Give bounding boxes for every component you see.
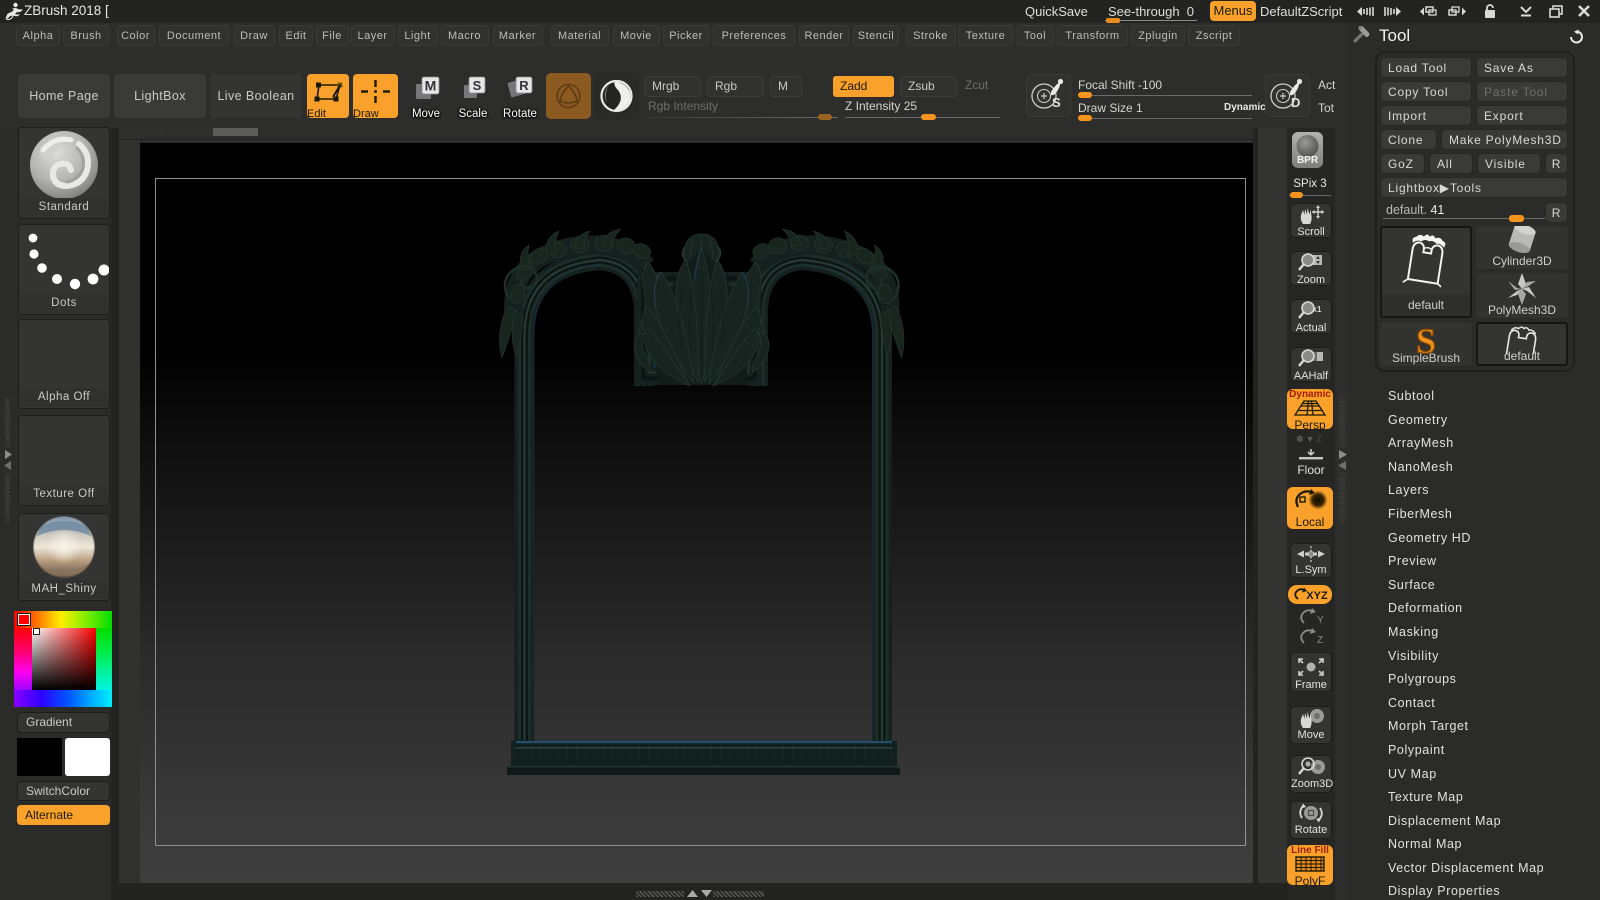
- svg-text:S: S: [473, 78, 482, 93]
- svg-text:S: S: [1052, 95, 1061, 110]
- svg-text:R: R: [519, 78, 529, 93]
- svg-text:Z: Z: [1317, 635, 1323, 646]
- svg-text:x1: x1: [1313, 305, 1322, 314]
- svg-text:Y: Y: [1317, 615, 1324, 626]
- svg-text:M: M: [425, 78, 437, 94]
- svg-text:BPR: BPR: [1297, 155, 1319, 166]
- svg-text:XYZ: XYZ: [1306, 590, 1328, 602]
- svg-text:D: D: [1291, 95, 1300, 110]
